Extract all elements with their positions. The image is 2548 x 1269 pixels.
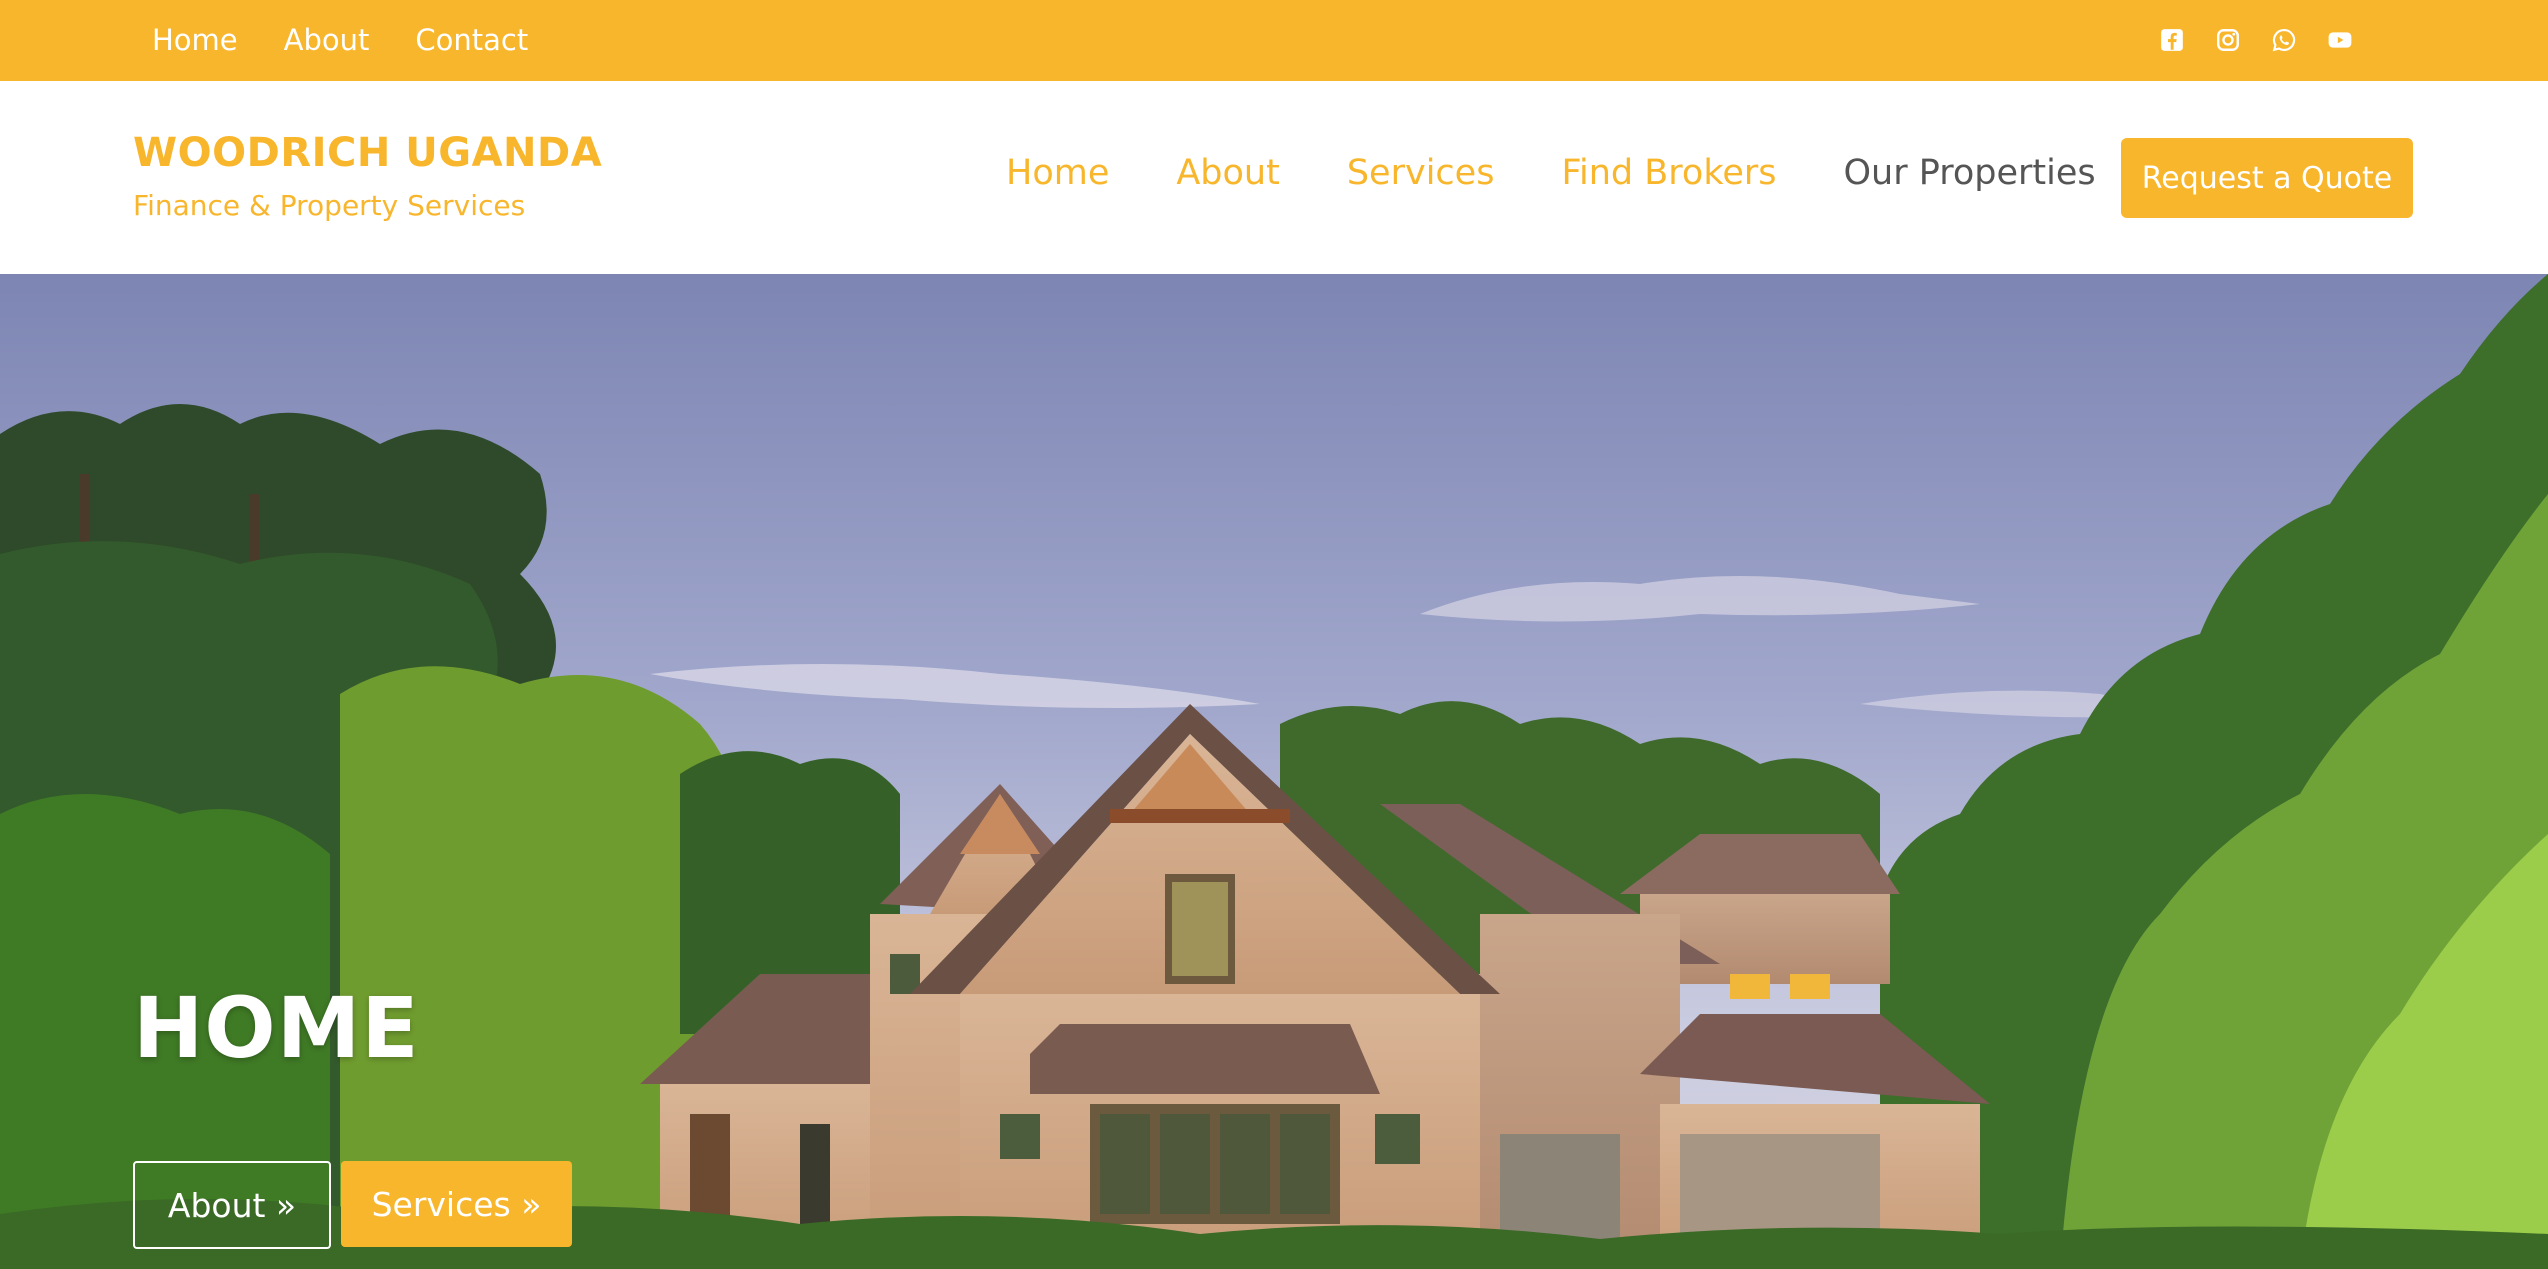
facebook-icon[interactable] bbox=[2159, 27, 2185, 53]
nav-services[interactable]: Services bbox=[1347, 153, 1495, 193]
nav-about[interactable]: About bbox=[1176, 153, 1279, 193]
hero-banner: HOME About » Services » bbox=[0, 274, 2548, 1269]
site-header: WOODRICH UGANDA Finance & Property Servi… bbox=[0, 81, 2548, 274]
brand-title[interactable]: WOODRICH UGANDA bbox=[133, 130, 602, 176]
hero-title: HOME bbox=[133, 979, 420, 1077]
nav-our-properties[interactable]: Our Properties bbox=[1844, 153, 2096, 193]
top-bar-links: Home About Contact bbox=[152, 0, 528, 79]
request-quote-button[interactable]: Request a Quote bbox=[2121, 138, 2413, 218]
top-bar: Home About Contact bbox=[0, 0, 2548, 81]
hero-about-button[interactable]: About » bbox=[133, 1161, 331, 1249]
brand-subtitle: Finance & Property Services bbox=[133, 189, 526, 222]
nav-find-brokers[interactable]: Find Brokers bbox=[1561, 153, 1776, 193]
main-nav: Home About Services Find Brokers Our Pro… bbox=[1006, 153, 2096, 193]
top-link-home[interactable]: Home bbox=[152, 23, 238, 57]
nav-home[interactable]: Home bbox=[1006, 153, 1109, 193]
social-links bbox=[2159, 0, 2353, 79]
top-link-contact[interactable]: Contact bbox=[415, 23, 528, 57]
hero-services-button[interactable]: Services » bbox=[341, 1161, 572, 1247]
whatsapp-icon[interactable] bbox=[2271, 27, 2297, 53]
hero-background-image bbox=[0, 274, 2548, 1269]
top-link-about[interactable]: About bbox=[284, 23, 370, 57]
youtube-icon[interactable] bbox=[2327, 27, 2353, 53]
instagram-icon[interactable] bbox=[2215, 27, 2241, 53]
